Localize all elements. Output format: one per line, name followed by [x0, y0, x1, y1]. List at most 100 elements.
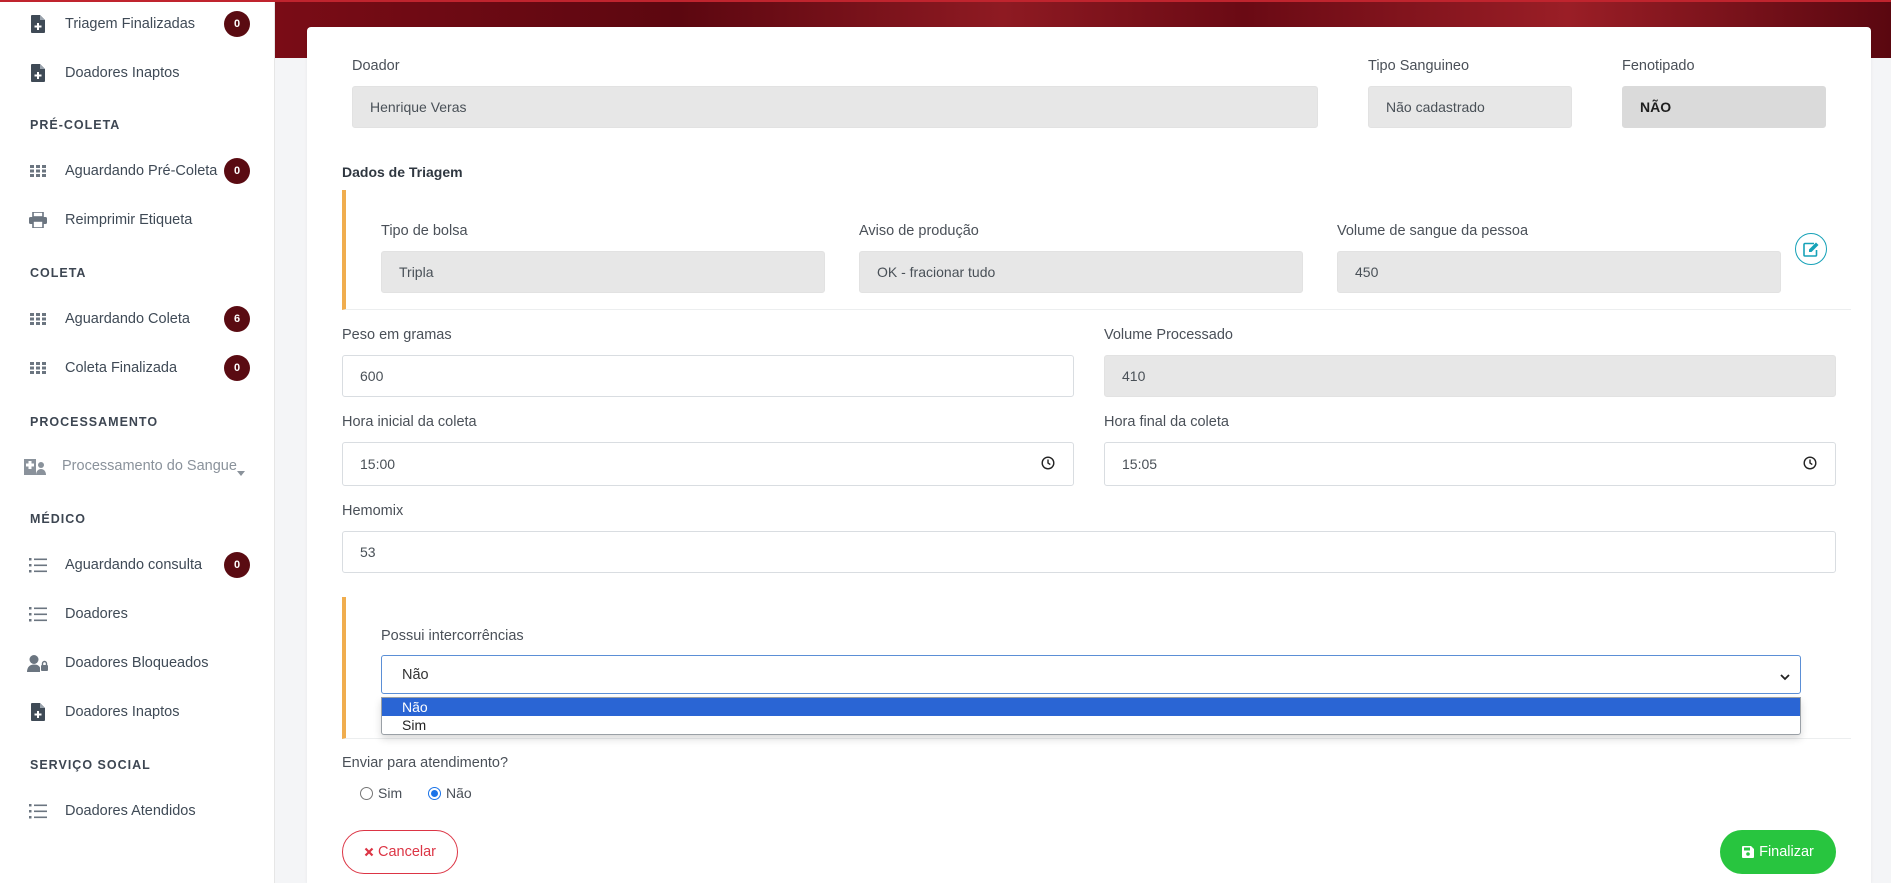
fenotipado-label: Fenotipado — [1622, 58, 1695, 74]
edit-triagem-button[interactable] — [1795, 233, 1827, 265]
aviso-producao-field: OK - fracionar tudo — [859, 251, 1303, 293]
volume-sangue-label: Volume de sangue da pessoa — [1337, 223, 1529, 239]
cancel-button[interactable]: Cancelar — [342, 830, 458, 874]
dropdown-option-nao[interactable]: Não — [382, 698, 1800, 716]
sidebar-item-label: Aguardando Pré-Coleta — [65, 163, 218, 179]
peso-input[interactable]: 600 — [342, 355, 1074, 397]
clock-icon[interactable] — [1803, 456, 1817, 473]
cancel-label: Cancelar — [377, 844, 437, 860]
file-plus-icon — [29, 15, 47, 33]
aviso-producao-label: Aviso de produção — [859, 223, 979, 239]
sidebar-item-label: Doadores Inaptos — [65, 704, 180, 720]
sidebar-section-pre-coleta: PRÉ-COLETA — [30, 118, 121, 132]
sidebar-item-label: Doadores Inaptos — [65, 65, 180, 81]
sidebar-item-label: Doadores Bloqueados — [65, 655, 209, 671]
hemomix-label: Hemomix — [342, 503, 404, 519]
radio-circle[interactable] — [360, 786, 373, 800]
sidebar-item-aguardando-consulta[interactable]: Aguardando consulta 0 — [0, 545, 275, 585]
grid-icon — [29, 162, 47, 180]
edit-icon — [1803, 242, 1819, 257]
sidebar-item-triagem-finalizadas[interactable]: Triagem Finalizadas 0 — [0, 4, 275, 44]
intercorrencias-select[interactable]: Não — [381, 655, 1801, 694]
count-badge: 0 — [224, 158, 250, 184]
sidebar-item-processamento-do-sangue[interactable]: Processamento do Sangue — [0, 446, 275, 486]
dropdown-option-sim[interactable]: Sim — [382, 716, 1800, 734]
atendimento-label: Enviar para atendimento? — [342, 755, 509, 771]
user-lock-icon — [27, 654, 49, 672]
grid-icon — [29, 310, 47, 328]
sidebar-item-doadores-inaptos[interactable]: Doadores Inaptos — [0, 53, 275, 93]
file-plus-icon — [29, 703, 47, 721]
radio-sim-label: Sim — [378, 785, 403, 801]
count-badge: 6 — [224, 306, 250, 332]
sidebar-section-medico: MÉDICO — [30, 512, 86, 526]
volume-sangue-field: 450 — [1337, 251, 1781, 293]
clock-icon[interactable] — [1041, 456, 1055, 473]
sidebar-item-coleta-finalizada[interactable]: Coleta Finalizada 0 — [0, 348, 275, 388]
hora-final-input[interactable]: 15:05 — [1104, 442, 1836, 486]
file-plus-icon — [29, 64, 47, 82]
sidebar-item-label: Triagem Finalizadas — [65, 16, 196, 32]
sidebar-item-label: Doadores — [65, 606, 128, 622]
sidebar-section-coleta: COLETA — [30, 266, 87, 280]
hora-final-value: 15:05 — [1122, 456, 1158, 472]
sidebar-item-label: Coleta Finalizada — [65, 360, 178, 376]
sidebar-item-label: Processamento do Sangue — [62, 458, 237, 474]
caret-down-icon — [237, 463, 245, 479]
volume-processado-label: Volume Processado — [1104, 327, 1233, 343]
sidebar-section-processamento: PROCESSAMENTO — [30, 415, 159, 429]
doador-field: Henrique Veras — [352, 86, 1318, 128]
tipo-sanguineo-field: Não cadastrado — [1368, 86, 1572, 128]
hora-inicial-input[interactable]: 15:00 — [342, 442, 1074, 486]
section-title-triagem: Dados de Triagem — [342, 164, 463, 180]
list-icon — [29, 605, 47, 623]
intercorrencias-label: Possui intercorrências — [381, 628, 524, 644]
hora-final-label: Hora final da coleta — [1104, 414, 1229, 430]
save-icon — [1742, 846, 1755, 858]
sidebar-item-label: Aguardando Coleta — [65, 311, 190, 327]
hemomix-input[interactable]: 53 — [342, 531, 1836, 573]
radio-nao[interactable]: Não — [428, 785, 472, 801]
printer-icon — [29, 211, 47, 229]
sidebar-item-reimprimir-etiqueta[interactable]: Reimprimir Etiqueta — [0, 200, 275, 240]
close-icon — [364, 847, 374, 857]
sidebar-item-label: Doadores Atendidos — [65, 803, 196, 819]
sidebar-item-aguardando-coleta[interactable]: Aguardando Coleta 6 — [0, 299, 275, 339]
triagem-box: Tipo de bolsa Tripla Aviso de produção O… — [342, 190, 1851, 310]
sidebar-item-label: Aguardando consulta — [65, 557, 203, 573]
finish-label: Finalizar — [1759, 844, 1814, 860]
sidebar-item-aguardando-pre-coleta[interactable]: Aguardando Pré-Coleta 0 — [0, 151, 275, 191]
tipo-sanguineo-label: Tipo Sanguineo — [1368, 58, 1470, 74]
sidebar-item-doadores-inaptos-medico[interactable]: Doadores Inaptos — [0, 692, 275, 732]
sidebar-section-servico-social: SERVIÇO SOCIAL — [30, 758, 151, 772]
hospital-user-icon — [24, 457, 46, 475]
sidebar-item-doadores-bloqueados[interactable]: Doadores Bloqueados — [0, 643, 275, 683]
fenotipado-field: NÃO — [1622, 86, 1826, 128]
top-accent-line — [0, 0, 1891, 2]
grid-icon — [29, 359, 47, 377]
hora-inicial-label: Hora inicial da coleta — [342, 414, 477, 430]
tipo-bolsa-field: Tripla — [381, 251, 825, 293]
list-icon — [29, 802, 47, 820]
form-card: Doador Henrique Veras Tipo Sanguineo Não… — [307, 27, 1871, 883]
hora-inicial-value: 15:00 — [360, 456, 396, 472]
count-badge: 0 — [224, 355, 250, 381]
list-icon — [29, 556, 47, 574]
sidebar-item-doadores[interactable]: Doadores — [0, 594, 275, 634]
sidebar-item-label: Reimprimir Etiqueta — [65, 212, 193, 228]
count-badge: 0 — [224, 11, 250, 37]
intercorrencias-dropdown: Não Sim — [381, 697, 1801, 735]
peso-label: Peso em gramas — [342, 327, 452, 343]
doador-label: Doador — [352, 58, 400, 74]
finish-button[interactable]: Finalizar — [1720, 830, 1836, 874]
radio-nao-label: Não — [446, 785, 472, 801]
tipo-bolsa-label: Tipo de bolsa — [381, 223, 468, 239]
sidebar-item-doadores-atendidos[interactable]: Doadores Atendidos — [0, 791, 275, 831]
radio-circle[interactable] — [428, 786, 441, 800]
intercorrencias-selected: Não — [402, 666, 429, 683]
radio-sim[interactable]: Sim — [360, 785, 402, 801]
count-badge: 0 — [224, 552, 250, 578]
chevron-down-icon — [1780, 669, 1790, 685]
sidebar: Triagem Finalizadas 0 Doadores Inaptos P… — [0, 0, 275, 883]
volume-processado-field: 410 — [1104, 355, 1836, 397]
